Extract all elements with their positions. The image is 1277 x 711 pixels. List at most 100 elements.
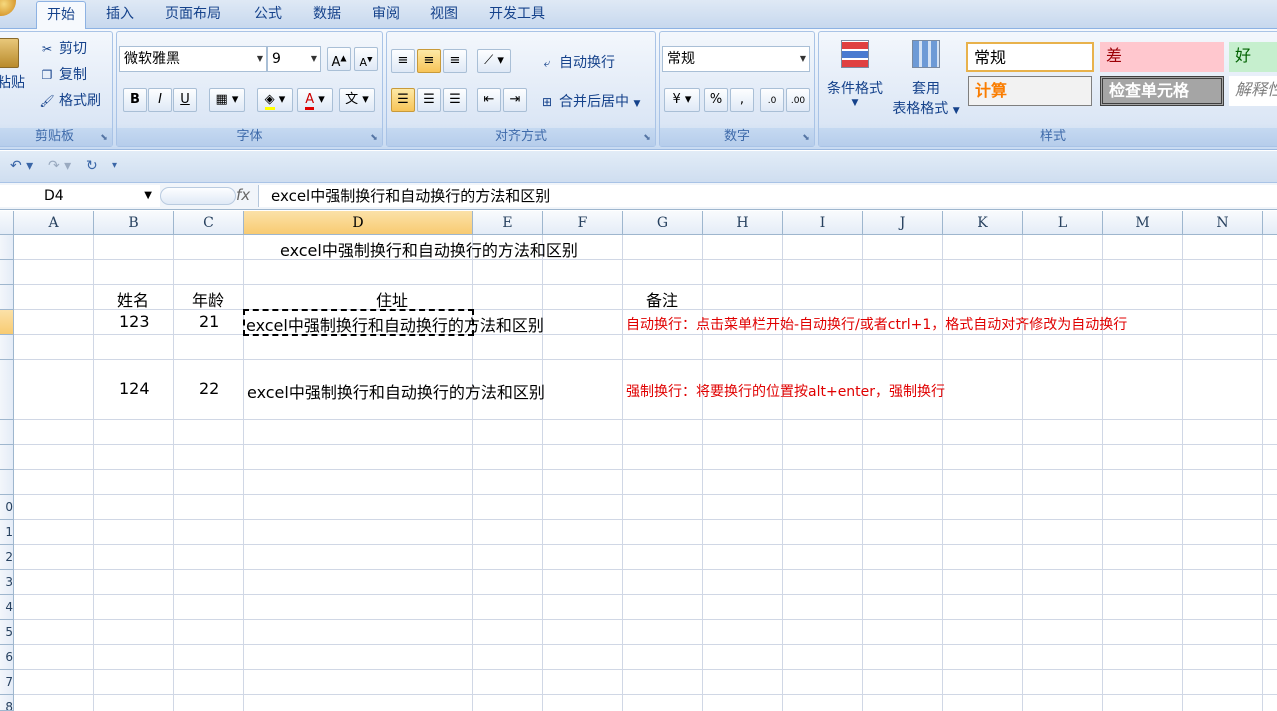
- column-header-k[interactable]: K: [943, 211, 1023, 235]
- orientation-button[interactable]: ⟋ ▾: [477, 49, 511, 73]
- row-header[interactable]: [0, 335, 14, 360]
- column-header-m[interactable]: M: [1103, 211, 1183, 235]
- row-header[interactable]: 0: [0, 495, 14, 520]
- office-button[interactable]: [0, 0, 16, 16]
- conditional-format-button[interactable]: 条件格式 ▼: [823, 40, 887, 108]
- merge-center-button[interactable]: ⊞ 合并后居中 ▼: [539, 91, 640, 111]
- row-header[interactable]: [0, 470, 14, 495]
- repeat-icon[interactable]: ↻: [86, 158, 98, 174]
- redo-icon[interactable]: ↷ ▾: [48, 158, 71, 174]
- underline-button[interactable]: U: [173, 88, 197, 112]
- style-good[interactable]: 好: [1229, 42, 1277, 72]
- customize-qat-icon[interactable]: ▾: [112, 160, 117, 171]
- tab-insert[interactable]: 插入: [96, 1, 144, 29]
- formula-input[interactable]: excel中强制换行和自动换行的方法和区别: [258, 185, 1277, 207]
- currency-button[interactable]: ¥ ▾: [664, 88, 700, 112]
- insert-function-icon[interactable]: fx: [236, 186, 250, 204]
- row-header[interactable]: [0, 420, 14, 445]
- column-header-l[interactable]: L: [1023, 211, 1103, 235]
- column-header-f[interactable]: F: [543, 211, 623, 235]
- align-bottom-button[interactable]: ≡: [443, 49, 467, 73]
- paste-button[interactable]: 粘贴: [0, 38, 25, 98]
- tab-formulas[interactable]: 公式: [244, 1, 292, 29]
- cell-row2-age[interactable]: 22: [199, 379, 219, 398]
- font-color-button[interactable]: A ▾: [297, 88, 333, 112]
- cut-button[interactable]: ✂ 剪切: [39, 38, 87, 58]
- align-middle-button[interactable]: ≡: [417, 49, 441, 73]
- row-header[interactable]: 1: [0, 520, 14, 545]
- cell-title[interactable]: excel中强制换行和自动换行的方法和区别: [280, 237, 578, 261]
- active-cell-selection[interactable]: [243, 309, 474, 336]
- column-header-i[interactable]: I: [783, 211, 863, 235]
- cell-row2-name[interactable]: 124: [119, 379, 150, 398]
- row-header[interactable]: 2: [0, 545, 14, 570]
- align-top-button[interactable]: ≡: [391, 49, 415, 73]
- column-header-b[interactable]: B: [94, 211, 174, 235]
- row-header[interactable]: [0, 445, 14, 470]
- cell-header-note[interactable]: 备注: [646, 287, 678, 311]
- column-header-c[interactable]: C: [174, 211, 244, 235]
- increase-indent-button[interactable]: ⇥: [503, 88, 527, 112]
- column-header-d[interactable]: D: [244, 211, 473, 235]
- font-launcher-icon[interactable]: ⬊: [369, 133, 379, 143]
- table-format-button[interactable]: 套用 表格格式 ▼: [889, 40, 963, 118]
- align-right-button[interactable]: ☰: [443, 88, 467, 112]
- column-header-n[interactable]: N: [1183, 211, 1263, 235]
- decrease-indent-button[interactable]: ⇤: [477, 88, 501, 112]
- wrap-text-button[interactable]: ⤶ 自动换行: [539, 52, 615, 72]
- align-left-button[interactable]: ☰: [391, 88, 415, 112]
- row-header[interactable]: [0, 260, 14, 285]
- number-format-select[interactable]: 常规 ▼: [662, 46, 810, 72]
- style-bad[interactable]: 差: [1100, 42, 1224, 72]
- column-header-j[interactable]: J: [863, 211, 943, 235]
- row-header[interactable]: [0, 360, 14, 420]
- style-explain[interactable]: 解释性: [1229, 76, 1277, 106]
- tab-page-layout[interactable]: 页面布局: [155, 1, 231, 29]
- select-all-corner[interactable]: [0, 211, 14, 235]
- decrease-decimal-button[interactable]: .00: [786, 88, 810, 112]
- tab-data[interactable]: 数据: [303, 1, 351, 29]
- tab-view[interactable]: 视图: [420, 1, 468, 29]
- cell-row2-address[interactable]: excel中强制换行和自动换行的方法和区别: [247, 379, 545, 403]
- column-header-h[interactable]: H: [703, 211, 783, 235]
- fill-color-button[interactable]: ◈ ▾: [257, 88, 293, 112]
- shrink-font-button[interactable]: A▼: [354, 47, 378, 71]
- bold-button[interactable]: B: [123, 88, 147, 112]
- cell-row1-note[interactable]: 自动换行：点击菜单栏开始-自动换行/或者ctrl+1，格式自动对齐修改为自动换行: [626, 314, 1127, 334]
- row-header[interactable]: 7: [0, 670, 14, 695]
- cell-row1-name[interactable]: 123: [119, 312, 150, 331]
- style-calc[interactable]: 计算: [968, 76, 1092, 106]
- tab-home[interactable]: 开始: [36, 1, 86, 30]
- row-header[interactable]: 6: [0, 645, 14, 670]
- alignment-launcher-icon[interactable]: ⬊: [642, 133, 652, 143]
- tab-review[interactable]: 审阅: [362, 1, 410, 29]
- cell-header-name[interactable]: 姓名: [117, 287, 149, 311]
- formula-bar-splitter[interactable]: [160, 187, 236, 205]
- row-header[interactable]: 3: [0, 570, 14, 595]
- clipboard-launcher-icon[interactable]: ⬊: [99, 133, 109, 143]
- column-header-e[interactable]: E: [473, 211, 543, 235]
- grow-font-button[interactable]: A▲: [327, 47, 351, 71]
- comma-button[interactable]: ,: [730, 88, 754, 112]
- name-box[interactable]: D4 ▼: [0, 185, 160, 207]
- increase-decimal-button[interactable]: .0: [760, 88, 784, 112]
- cell-header-age[interactable]: 年龄: [192, 287, 224, 311]
- number-launcher-icon[interactable]: ⬊: [801, 133, 811, 143]
- undo-icon[interactable]: ↶ ▾: [10, 158, 33, 174]
- row-header[interactable]: [0, 235, 14, 260]
- align-center-button[interactable]: ☰: [417, 88, 441, 112]
- cell-row2-note[interactable]: 强制换行：将要换行的位置按alt+enter，强制换行: [626, 381, 945, 401]
- format-painter-button[interactable]: 🖌 格式刷: [39, 90, 101, 110]
- copy-button[interactable]: ❐ 复制: [39, 64, 87, 84]
- font-size-select[interactable]: 9 ▼: [267, 46, 321, 72]
- italic-button[interactable]: I: [148, 88, 172, 112]
- border-button[interactable]: ▦ ▾: [209, 88, 245, 112]
- column-header-g[interactable]: G: [623, 211, 703, 235]
- style-check-cell[interactable]: 检查单元格: [1100, 76, 1224, 106]
- tab-developer[interactable]: 开发工具: [479, 1, 555, 29]
- row-header[interactable]: 5: [0, 620, 14, 645]
- row-header[interactable]: 4: [0, 595, 14, 620]
- worksheet-grid[interactable]: A B C D E F G H I J K L M N 0 1 2 3 4 5: [0, 211, 1277, 711]
- percent-button[interactable]: %: [704, 88, 728, 112]
- style-normal[interactable]: 常规: [966, 42, 1094, 72]
